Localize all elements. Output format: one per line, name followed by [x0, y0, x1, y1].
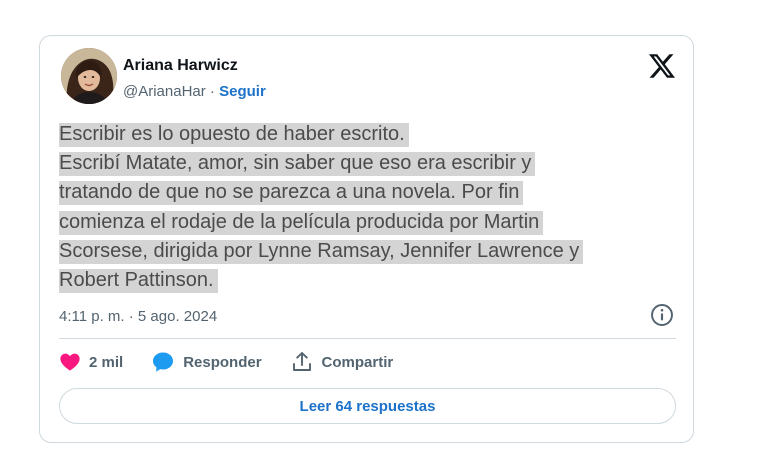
reply-label: Responder	[183, 353, 262, 371]
tweet-text-line-3: tratando de que no se parezca a una nove…	[59, 181, 524, 206]
tweet-text-line-1: Escribir es lo opuesto de haber escrito.	[59, 123, 409, 147]
info-icon[interactable]	[649, 302, 675, 328]
tweet-text-line-6: Robert Pattinson.	[59, 269, 218, 294]
author-handle[interactable]: @ArianaHar	[123, 83, 206, 100]
divider	[59, 338, 676, 339]
share-button[interactable]: Compartir	[290, 350, 394, 374]
follow-button[interactable]: Seguir	[219, 83, 266, 100]
tweet-text-line: Escribí Matate, amor, sin saber que eso …	[59, 149, 679, 178]
x-logo-icon[interactable]	[649, 53, 675, 79]
handle-separator: ·	[205, 83, 220, 100]
tweet-text-line-2: Escribí Matate, amor, sin saber que eso …	[59, 152, 536, 177]
like-count: 2 mil	[89, 353, 124, 371]
share-label: Compartir	[321, 353, 394, 371]
speech-bubble-icon	[153, 352, 174, 372]
heart-icon	[60, 353, 80, 371]
tweet-text-line: comienza el rodaje de la película produc…	[59, 208, 679, 237]
read-replies-label: Leer 64 respuestas	[299, 397, 436, 415]
avatar-image	[61, 48, 117, 104]
tweet-text: Escribir es lo opuesto de haber escrito.…	[59, 120, 679, 295]
like-button[interactable]: 2 mil	[59, 351, 123, 373]
tweet-text-line: tratando de que no se parezca a una nove…	[59, 178, 679, 207]
tweet-timestamp[interactable]: 4:11 p. m. · 5 ago. 2024	[59, 307, 217, 327]
author-block: Ariana Harwicz @ArianaHar · Seguir	[123, 56, 266, 102]
share-upload-icon	[292, 352, 311, 371]
author-handle-row: @ArianaHar · Seguir	[123, 82, 266, 102]
tweet-text-line-5: Scorsese, dirigida por Lynne Ramsay, Jen…	[59, 239, 584, 264]
tweet-text-line-4: comienza el rodaje de la película produc…	[59, 210, 544, 235]
reply-button[interactable]: Responder	[151, 350, 262, 374]
tweet-text-line: Scorsese, dirigida por Lynne Ramsay, Jen…	[59, 237, 679, 266]
avatar[interactable]	[61, 48, 117, 104]
read-replies-button[interactable]: Leer 64 respuestas	[59, 388, 676, 424]
tweet-text-line: Robert Pattinson.	[59, 266, 679, 295]
tweet-card: Ariana Harwicz @ArianaHar · Seguir Escri…	[39, 35, 694, 443]
author-name[interactable]: Ariana Harwicz	[123, 56, 266, 76]
tweet-text-line: Escribir es lo opuesto de haber escrito.	[59, 120, 679, 149]
action-bar: 2 mil Responder Compartir	[59, 350, 421, 374]
